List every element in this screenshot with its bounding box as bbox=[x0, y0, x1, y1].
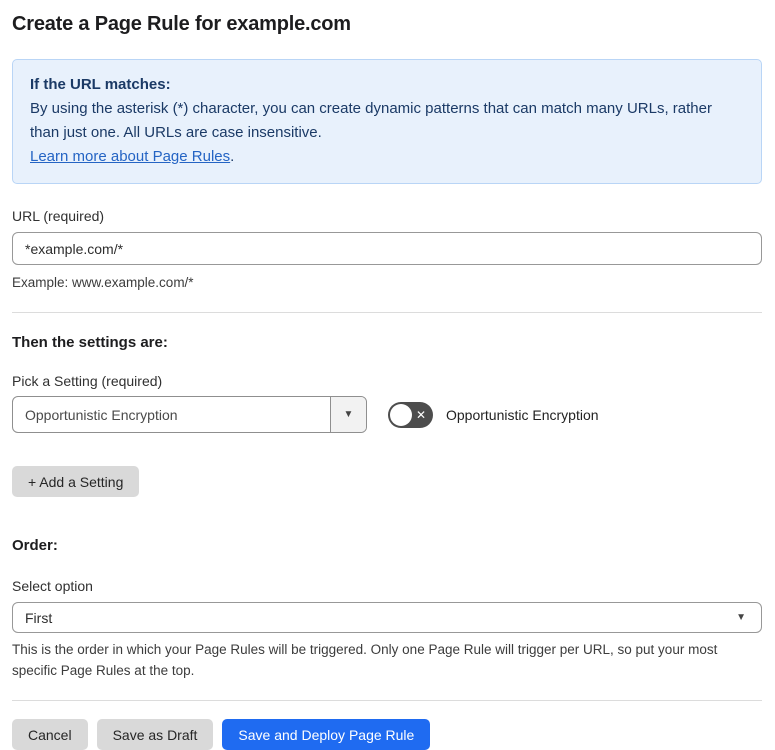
info-box-link-line: Learn more about Page Rules. bbox=[30, 145, 744, 169]
url-example-helper: Example: www.example.com/* bbox=[12, 275, 194, 290]
divider bbox=[12, 700, 762, 701]
chevron-down-icon: ▼ bbox=[736, 612, 746, 623]
opportunistic-encryption-toggle[interactable]: ✕ bbox=[388, 401, 433, 428]
toggle-wrap: ✕ Opportunistic Encryption bbox=[388, 401, 599, 428]
setting-dropdown-value: Opportunistic Encryption bbox=[25, 406, 178, 423]
settings-section-heading: Then the settings are: bbox=[12, 334, 168, 351]
add-setting-button[interactable]: + Add a Setting bbox=[12, 466, 140, 497]
url-field-label: URL (required) bbox=[12, 208, 105, 224]
order-helper-text: This is the order in which your Page Rul… bbox=[12, 642, 718, 678]
order-section-heading: Order: bbox=[12, 537, 58, 554]
page-title: Create a Page Rule for example.com bbox=[12, 13, 351, 35]
cancel-button[interactable]: Cancel bbox=[12, 719, 88, 750]
url-matches-info-box: If the URL matches: By using the asteris… bbox=[12, 59, 762, 184]
create-page-rule-form: Create a Page Rule for example.com If th… bbox=[0, 0, 775, 750]
divider bbox=[12, 312, 762, 313]
link-suffix: . bbox=[230, 148, 235, 165]
order-select-value: First bbox=[25, 609, 53, 626]
chevron-down-icon[interactable]: ▼ bbox=[330, 397, 366, 432]
footer-actions: Cancel Save as Draft Save and Deploy Pag… bbox=[12, 719, 762, 750]
select-option-label: Select option bbox=[12, 578, 93, 594]
save-as-draft-button[interactable]: Save as Draft bbox=[96, 719, 214, 750]
toggle-label: Opportunistic Encryption bbox=[446, 406, 599, 423]
setting-row: Opportunistic Encryption ▼ ✕ Opportunist… bbox=[12, 396, 762, 433]
learn-more-link[interactable]: Learn more about Page Rules bbox=[30, 148, 230, 165]
save-and-deploy-button[interactable]: Save and Deploy Page Rule bbox=[222, 719, 431, 750]
info-box-body: By using the asterisk (*) character, you… bbox=[30, 100, 712, 141]
url-input[interactable] bbox=[12, 232, 762, 265]
toggle-knob bbox=[390, 403, 412, 426]
toggle-off-x-icon: ✕ bbox=[415, 407, 426, 422]
setting-dropdown[interactable]: Opportunistic Encryption ▼ bbox=[12, 396, 367, 433]
pick-setting-label: Pick a Setting (required) bbox=[12, 373, 163, 389]
order-select[interactable]: First ▼ bbox=[12, 602, 762, 633]
info-box-heading: If the URL matches: bbox=[30, 76, 171, 93]
